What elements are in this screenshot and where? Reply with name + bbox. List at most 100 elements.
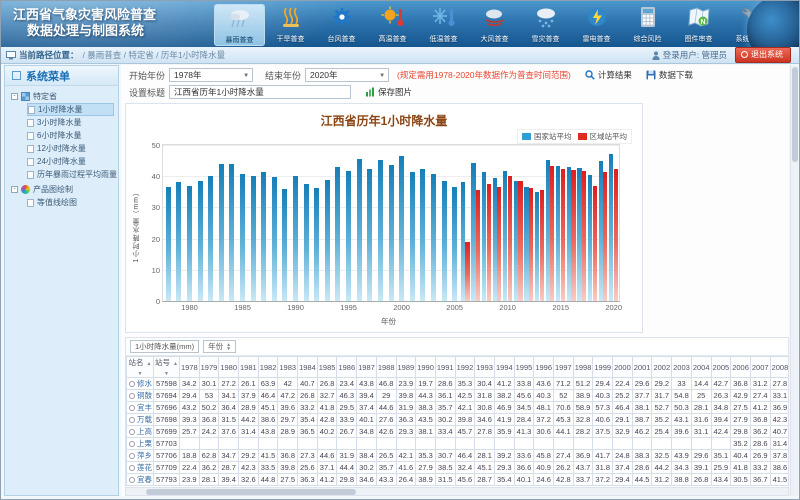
- legend-swatch: [578, 133, 587, 140]
- station-name-cell[interactable]: 宜春: [127, 474, 154, 486]
- station-name-cell[interactable]: 上栗: [127, 438, 154, 450]
- radio-button[interactable]: [129, 477, 135, 483]
- col-header-year[interactable]: 2002: [652, 357, 672, 378]
- col-header-year[interactable]: 2001: [632, 357, 652, 378]
- col-header-year[interactable]: 2006: [731, 357, 751, 378]
- table-row[interactable]: 铜鼓5769429.45334.137.946.447.226.832.746.…: [127, 390, 790, 402]
- value-cell: 39.8: [455, 414, 475, 426]
- col-header-year[interactable]: 2005: [711, 357, 731, 378]
- tree-node-产品图绘制[interactable]: -产品图绘制: [11, 183, 118, 196]
- table-row[interactable]: 莲花5770922.436.228.742.333.539.825.637.14…: [127, 462, 790, 474]
- table-row[interactable]: 上栗5770335.228.631.4: [127, 438, 790, 450]
- expand-icon[interactable]: -: [11, 93, 18, 100]
- download-button[interactable]: 数据下载: [646, 69, 693, 81]
- col-header-year[interactable]: 1989: [396, 357, 416, 378]
- col-header-station-name[interactable]: 站名▲▼: [127, 357, 154, 378]
- col-header-year[interactable]: 2004: [691, 357, 711, 378]
- radio-button[interactable]: [129, 429, 135, 435]
- col-header-year[interactable]: 2007: [750, 357, 770, 378]
- radio-button[interactable]: [129, 441, 135, 447]
- col-header-station-id[interactable]: 站号▲▼: [154, 357, 180, 378]
- col-header-year[interactable]: 1985: [317, 357, 337, 378]
- radio-button[interactable]: [129, 465, 135, 471]
- col-header-year[interactable]: 1992: [455, 357, 475, 378]
- sidebar-item-1小时降水量[interactable]: 1小时降水量: [27, 103, 114, 116]
- toolbar-item-drought[interactable]: 干旱普查: [265, 4, 316, 46]
- toolbar-item-typhoon[interactable]: 台风普查: [316, 4, 367, 46]
- sidebar-item-3小时降水量[interactable]: 3小时降水量: [27, 116, 118, 129]
- col-header-year[interactable]: 1991: [435, 357, 455, 378]
- sidebar-item-24小时降水量[interactable]: 24小时降水量: [27, 155, 118, 168]
- radio-button[interactable]: [129, 393, 135, 399]
- sidebar-item-历年暴雨过程平均雨量[interactable]: 历年暴雨过程平均雨量: [27, 168, 118, 181]
- expand-icon[interactable]: -: [11, 186, 18, 193]
- col-header-year[interactable]: 1993: [475, 357, 495, 378]
- toolbar-item-risk-calculator[interactable]: 综合风险: [622, 4, 673, 46]
- col-header-year[interactable]: 1987: [357, 357, 377, 378]
- document-icon: [27, 199, 34, 207]
- col-header-year[interactable]: 1990: [416, 357, 436, 378]
- col-header-year[interactable]: 1982: [258, 357, 278, 378]
- tree-node-特定省[interactable]: -特定省: [11, 90, 118, 103]
- col-header-year[interactable]: 1984: [298, 357, 318, 378]
- toolbar-item-low-temp[interactable]: 低温普查: [418, 4, 469, 46]
- toolbar-item-high-temp[interactable]: 高温普查: [367, 4, 418, 46]
- scrollbar-thumb[interactable]: [146, 489, 356, 495]
- toolbar-item-rainstorm[interactable]: 暴雨普查: [214, 4, 265, 46]
- radio-button[interactable]: [129, 381, 135, 387]
- end-year-label: 结束年份: [265, 69, 301, 82]
- end-year-select[interactable]: 2020年 ▼: [305, 68, 389, 82]
- table-row[interactable]: 宜丰5769643.250.236.428.945.139.633.241.82…: [127, 402, 790, 414]
- col-header-year[interactable]: 1981: [239, 357, 259, 378]
- col-header-year[interactable]: 2003: [672, 357, 692, 378]
- station-name-cell[interactable]: 宜丰: [127, 402, 154, 414]
- sidebar-item-6小时降水量[interactable]: 6小时降水量: [27, 129, 118, 142]
- calculate-button[interactable]: 计算结果: [585, 69, 632, 81]
- col-header-year[interactable]: 2008: [770, 357, 789, 378]
- chart-title-input[interactable]: 江西省历年1小时降水量: [169, 85, 351, 99]
- save-image-button[interactable]: 保存图片: [365, 86, 412, 98]
- col-header-year[interactable]: 1978: [179, 357, 199, 378]
- station-name-cell[interactable]: 萍乡: [127, 450, 154, 462]
- radio-button[interactable]: [129, 417, 135, 423]
- col-header-year[interactable]: 2000: [613, 357, 633, 378]
- col-header-year[interactable]: 1983: [278, 357, 298, 378]
- sidebar-item-等值线绘图[interactable]: 等值线绘图: [27, 196, 118, 209]
- toolbar-item-snow[interactable]: 雪灾普查: [520, 4, 571, 46]
- year-sort-control[interactable]: 年份 ▲▼: [203, 340, 236, 353]
- col-header-year[interactable]: 1986: [337, 357, 357, 378]
- toolbar-item-map-review[interactable]: N图件审查: [673, 4, 724, 46]
- col-header-year[interactable]: 1996: [534, 357, 554, 378]
- table-row[interactable]: 上高5769925.724.237.631.443.828.936.540.22…: [127, 426, 790, 438]
- exit-system-button[interactable]: 退出系统: [735, 47, 791, 63]
- blue-bar-1990: [293, 176, 298, 301]
- station-name-cell[interactable]: 莲花: [127, 462, 154, 474]
- col-header-year[interactable]: 1979: [199, 357, 219, 378]
- vertical-scrollbar[interactable]: [790, 65, 798, 496]
- col-header-year[interactable]: 1988: [376, 357, 396, 378]
- col-header-year[interactable]: 1999: [593, 357, 613, 378]
- table-row[interactable]: 宜春5779323.928.139.432.644.827.536.341.22…: [127, 474, 790, 486]
- col-header-year[interactable]: 1980: [219, 357, 239, 378]
- radio-button[interactable]: [129, 405, 135, 411]
- blue-bar-2014: [546, 160, 550, 301]
- col-header-year[interactable]: 1995: [514, 357, 534, 378]
- sidebar-item-12小时降水量[interactable]: 12小时降水量: [27, 142, 118, 155]
- breadcrumb[interactable]: / 暴雨普查 / 特定省 / 历年1小时降水量: [83, 49, 226, 61]
- scrollbar-thumb[interactable]: [792, 67, 798, 162]
- table-row[interactable]: 万载5769839.336.831.544.238.629.735.442.83…: [127, 414, 790, 426]
- station-name-cell[interactable]: 铜鼓: [127, 390, 154, 402]
- col-header-year[interactable]: 1997: [554, 357, 574, 378]
- col-header-year[interactable]: 1998: [573, 357, 593, 378]
- radio-button[interactable]: [129, 453, 135, 459]
- station-name-cell[interactable]: 万载: [127, 414, 154, 426]
- toolbar-item-wind[interactable]: 大风普查: [469, 4, 520, 46]
- start-year-select[interactable]: 1978年 ▼: [169, 68, 253, 82]
- table-row[interactable]: 修水5759834.230.127.226.163.94240.726.823.…: [127, 378, 790, 390]
- col-header-year[interactable]: 1994: [494, 357, 514, 378]
- station-name-cell[interactable]: 修水: [127, 378, 154, 390]
- station-name-cell[interactable]: 上高: [127, 426, 154, 438]
- horizontal-scrollbar[interactable]: [126, 487, 788, 495]
- toolbar-item-lightning[interactable]: 雷电普查: [571, 4, 622, 46]
- table-row[interactable]: 萍乡5770618.862.834.729.241.536.827.344.63…: [127, 450, 790, 462]
